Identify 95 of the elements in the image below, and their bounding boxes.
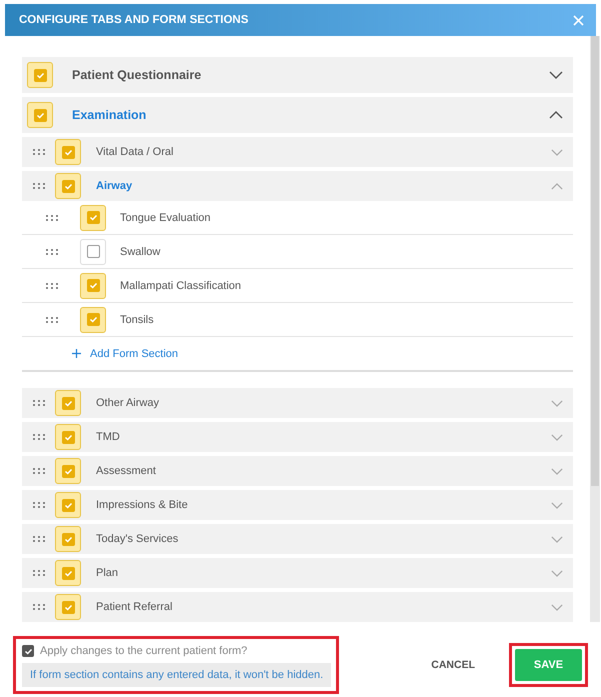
- section-row[interactable]: Plan: [22, 558, 573, 588]
- drag-handle-icon[interactable]: [46, 248, 58, 254]
- check-icon: [64, 602, 72, 612]
- check-icon: [24, 646, 32, 656]
- form-section-label: Tongue Evaluation: [120, 212, 212, 224]
- checkbox-tile[interactable]: [55, 526, 81, 552]
- section-row[interactable]: Airway: [22, 171, 573, 201]
- checkbox-tile[interactable]: [80, 204, 106, 230]
- checkbox-tile[interactable]: [27, 102, 53, 128]
- checkbox[interactable]: [22, 645, 34, 657]
- checkbox-tile[interactable]: [80, 272, 106, 298]
- drag-handle-icon[interactable]: [33, 502, 45, 508]
- checkbox[interactable]: [86, 211, 100, 224]
- section-row[interactable]: Assessment: [22, 456, 573, 486]
- section-label: Assessment: [96, 465, 157, 477]
- tab-label: Examination: [72, 108, 148, 122]
- close-icon[interactable]: [573, 14, 584, 26]
- checkbox[interactable]: [62, 146, 74, 158]
- checkbox[interactable]: [34, 108, 46, 122]
- checkbox[interactable]: [34, 68, 46, 82]
- check-icon: [88, 281, 98, 290]
- check-icon: [88, 213, 98, 222]
- section-label: Airway: [96, 180, 134, 192]
- checkbox[interactable]: [86, 245, 100, 258]
- plus-icon: [72, 349, 81, 358]
- check-icon: [88, 315, 98, 324]
- section-row[interactable]: Vital Data / Oral: [22, 137, 573, 167]
- checkbox-tile[interactable]: [55, 458, 81, 484]
- checkbox[interactable]: [62, 430, 74, 444]
- checkbox-tile[interactable]: [55, 390, 81, 416]
- tab-row[interactable]: Examination: [22, 97, 573, 133]
- checkbox-tile[interactable]: [55, 560, 81, 586]
- section-label: Vital Data / Oral: [96, 146, 174, 158]
- checkbox-tile[interactable]: [27, 62, 53, 88]
- section-label: Plan: [96, 567, 120, 579]
- drag-handle-icon[interactable]: [33, 400, 45, 406]
- section-label: Patient Referral: [96, 601, 174, 613]
- check-icon: [36, 110, 44, 120]
- tab-row[interactable]: Patient Questionnaire: [22, 57, 573, 93]
- checkbox[interactable]: [86, 313, 100, 326]
- form-section-label: Tonsils: [120, 314, 155, 326]
- checkbox[interactable]: [86, 279, 100, 292]
- drag-handle-icon[interactable]: [33, 604, 45, 610]
- add-form-section-link[interactable]: Add Form Section: [72, 348, 178, 360]
- checkbox-tile[interactable]: [80, 238, 106, 264]
- drag-handle-icon[interactable]: [33, 434, 45, 440]
- checkbox-tile[interactable]: [55, 594, 81, 620]
- checkbox[interactable]: [62, 600, 74, 614]
- checkbox-tile[interactable]: [80, 306, 106, 332]
- checkbox[interactable]: [62, 566, 74, 580]
- checkbox[interactable]: [62, 396, 74, 410]
- apply-changes-label: Apply changes to the current patient form?: [40, 645, 248, 657]
- checkbox-tile[interactable]: [55, 173, 81, 199]
- section-label: Impressions & Bite: [96, 499, 189, 511]
- drag-handle-icon[interactable]: [33, 536, 45, 542]
- checkbox-tile[interactable]: [55, 139, 81, 165]
- cancel-button[interactable]: CANCEL: [423, 653, 483, 677]
- check-icon: [64, 148, 72, 156]
- drag-handle-icon[interactable]: [46, 214, 58, 220]
- info-note: If form section contains any entered data, it won't be hidden.: [22, 663, 332, 687]
- form-section-label: Swallow: [120, 246, 162, 258]
- section-row[interactable]: Patient Referral: [22, 592, 573, 622]
- section-label: Today's Services: [96, 533, 180, 545]
- section-label: Other Airway: [96, 397, 160, 409]
- chevron-down-icon[interactable]: [549, 71, 563, 79]
- checkbox[interactable]: [62, 464, 74, 478]
- check-icon: [64, 466, 72, 476]
- check-icon: [64, 432, 72, 442]
- check-icon: [36, 70, 44, 80]
- section-row[interactable]: Today's Services: [22, 524, 573, 554]
- check-icon: [64, 182, 72, 190]
- checkbox[interactable]: [62, 498, 74, 512]
- section-row[interactable]: Other Airway: [22, 388, 573, 418]
- checkbox-tile[interactable]: [55, 424, 81, 450]
- checkbox-tile[interactable]: [55, 492, 81, 518]
- form-section-label: Mallampati Classification: [120, 280, 242, 292]
- dialog-title: CONFIGURE TABS AND FORM SECTIONS: [19, 14, 248, 26]
- check-icon: [64, 398, 72, 408]
- drag-handle-icon[interactable]: [33, 183, 45, 189]
- tab-label: Patient Questionnaire: [72, 68, 202, 82]
- drag-handle-icon[interactable]: [33, 149, 45, 155]
- section-label: TMD: [96, 431, 121, 443]
- check-icon: [64, 568, 72, 578]
- drag-handle-icon[interactable]: [33, 570, 45, 576]
- chevron-up-icon[interactable]: [549, 111, 563, 119]
- checkbox[interactable]: [62, 180, 74, 192]
- scrollbar[interactable]: [590, 36, 600, 622]
- drag-handle-icon[interactable]: [46, 282, 58, 288]
- section-row[interactable]: TMD: [22, 422, 573, 452]
- check-icon: [64, 534, 72, 544]
- drag-handle-icon[interactable]: [46, 316, 58, 322]
- check-icon: [64, 500, 72, 510]
- drag-handle-icon[interactable]: [33, 468, 45, 474]
- checkbox[interactable]: [62, 532, 74, 546]
- section-row[interactable]: Impressions & Bite: [22, 490, 573, 520]
